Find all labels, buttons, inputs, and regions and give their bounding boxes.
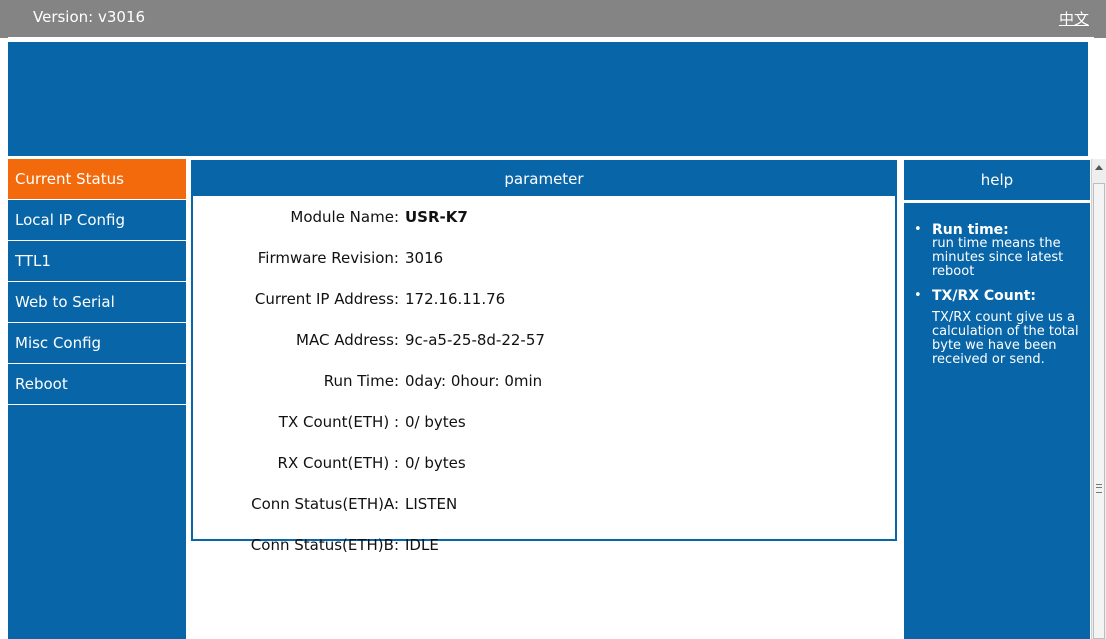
param-value: 172.16.11.76	[405, 290, 506, 308]
scrollbar-thumb[interactable]	[1093, 183, 1105, 639]
scroll-up-arrow-icon[interactable]	[1095, 165, 1103, 170]
param-row-rx-count: RX Count(ETH) : 0/ bytes	[193, 446, 895, 487]
sidebar-item-current-status[interactable]: Current Status	[8, 159, 186, 200]
param-row-conn-status-a: Conn Status(ETH)A: LISTEN	[193, 487, 895, 528]
sidebar-item-local-ip-config[interactable]: Local IP Config	[8, 200, 186, 241]
top-bar: Version: v3016 中文	[0, 0, 1106, 41]
param-row-tx-count: TX Count(ETH) : 0/ bytes	[193, 405, 895, 446]
help-item-desc: run time means the minutes since latest …	[932, 236, 1064, 279]
help-item-title: TX/RX Count:	[932, 288, 1037, 304]
param-value: 0day: 0hour: 0min	[405, 372, 543, 390]
version-label: Version: v3016	[33, 8, 146, 26]
param-value: 3016	[405, 249, 444, 267]
sidebar-item-misc-config[interactable]: Misc Config	[8, 323, 186, 364]
help-header: help	[904, 160, 1090, 203]
parameter-header: parameter	[193, 162, 895, 196]
param-row-run-time: Run Time: 0day: 0hour: 0min	[193, 364, 895, 405]
param-label: Module Name:	[290, 208, 399, 226]
param-label: Conn Status(ETH)B:	[250, 536, 399, 554]
language-switch-link[interactable]: 中文	[1059, 8, 1089, 29]
sidebar-item-web-to-serial[interactable]: Web to Serial	[8, 282, 186, 323]
param-value: 0/ bytes	[405, 454, 466, 472]
param-label: Firmware Revision:	[257, 249, 399, 267]
param-value: USR-K7	[405, 208, 468, 226]
param-row-conn-status-b: Conn Status(ETH)B: IDLE	[193, 528, 895, 569]
top-divider	[8, 37, 1094, 38]
param-row-ip-address: Current IP Address: 172.16.11.76	[193, 282, 895, 323]
sidebar-item-reboot[interactable]: Reboot	[8, 364, 186, 405]
param-value: 0/ bytes	[405, 413, 466, 431]
param-row-module-name: Module Name: USR-K7	[193, 200, 895, 241]
param-label: Current IP Address:	[254, 290, 399, 308]
help-item-title: Run time:	[932, 222, 1009, 238]
bullet-icon: •	[914, 222, 922, 237]
param-label: Conn Status(ETH)A:	[251, 495, 399, 513]
param-label: Run Time:	[323, 372, 399, 390]
parameter-panel: parameter Module Name: USR-K7 Firmware R…	[191, 160, 897, 554]
help-panel: help • Run time: run time means the minu…	[904, 160, 1090, 639]
help-item-run-time: • Run time: run time means the minutes s…	[912, 223, 1082, 279]
param-value: LISTEN	[405, 495, 458, 513]
param-value: 9c-a5-25-8d-22-57	[405, 331, 545, 349]
help-body: • Run time: run time means the minutes s…	[904, 203, 1090, 367]
param-label: TX Count(ETH) :	[278, 413, 399, 431]
vertical-scrollbar[interactable]	[1091, 159, 1106, 639]
header-banner	[8, 42, 1088, 156]
help-item-desc: TX/RX count give us a calculation of the…	[932, 310, 1079, 367]
param-row-mac-address: MAC Address: 9c-a5-25-8d-22-57	[193, 323, 895, 364]
param-value: IDLE	[405, 536, 439, 554]
banner-gap	[1088, 42, 1106, 156]
param-label: RX Count(ETH) :	[277, 454, 399, 472]
scrollbar-grip-icon	[1096, 484, 1102, 493]
param-label: MAC Address:	[296, 331, 399, 349]
bullet-icon: •	[914, 288, 922, 303]
sidebar-nav: Current Status Local IP Config TTL1 Web …	[8, 159, 186, 639]
help-item-txrx-count: • TX/RX Count: TX/RX count give us a cal…	[912, 289, 1082, 367]
sidebar-item-ttl1[interactable]: TTL1	[8, 241, 186, 282]
param-row-firmware-revision: Firmware Revision: 3016	[193, 241, 895, 282]
